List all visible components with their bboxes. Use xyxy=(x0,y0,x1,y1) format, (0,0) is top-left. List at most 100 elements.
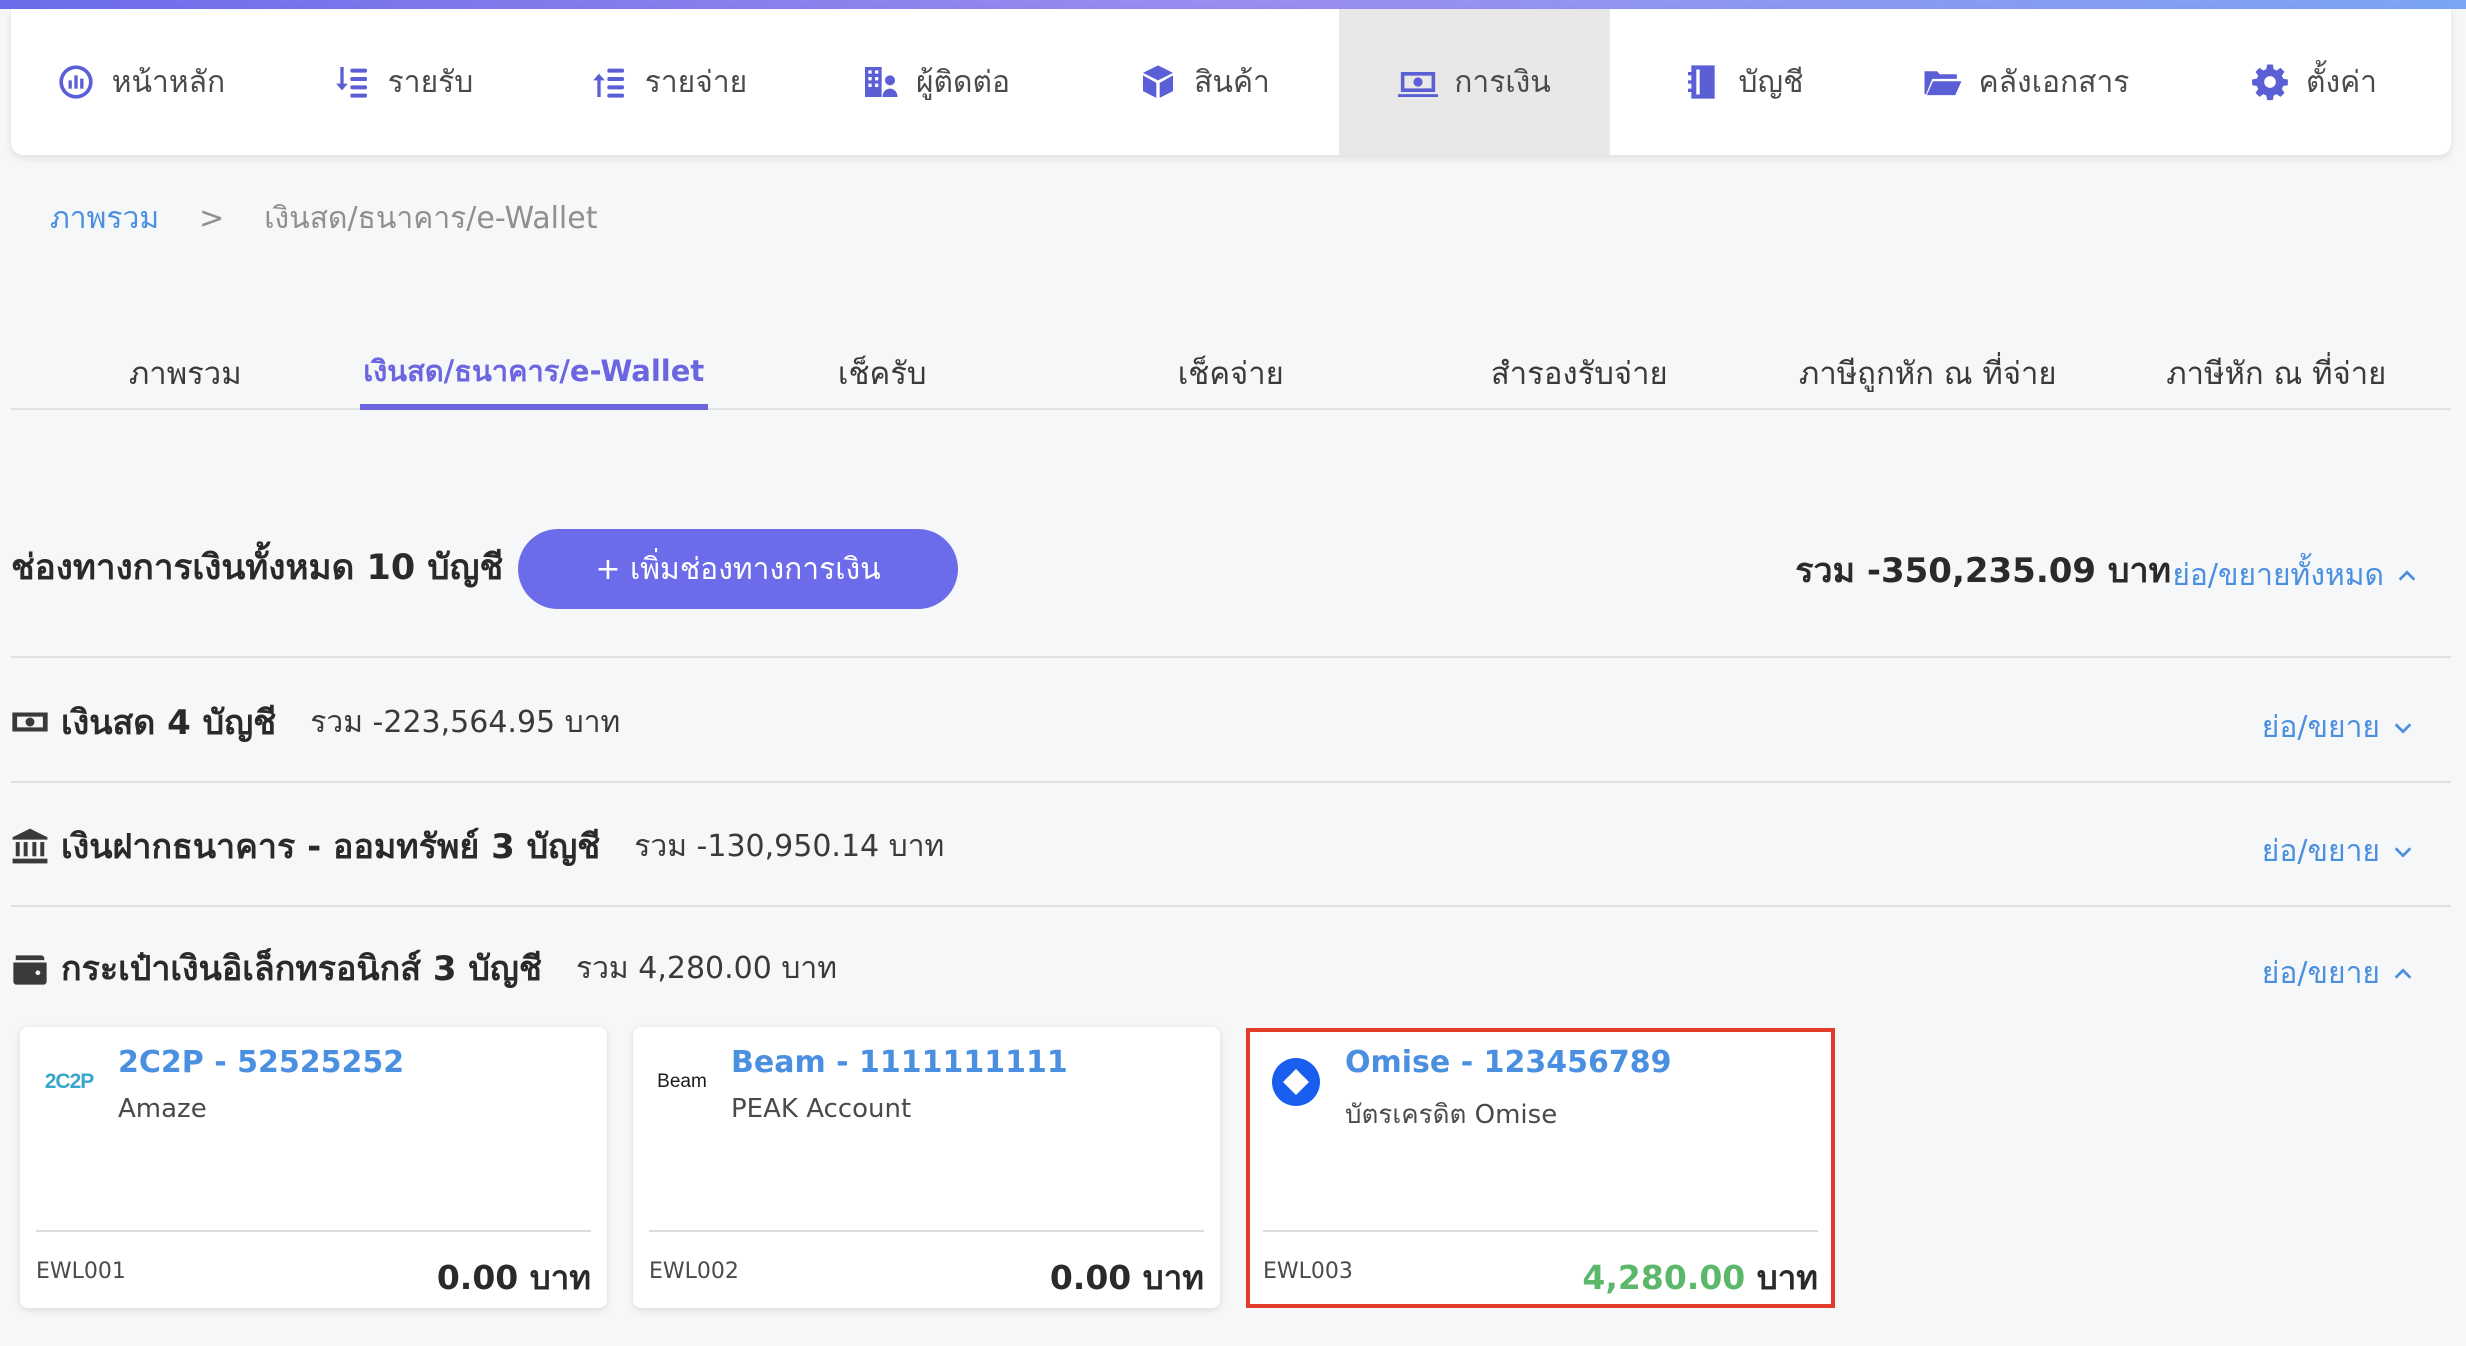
ewallet-card-omise[interactable]: Omise - 123456789 บัตรเครดิต Omise EWL00… xyxy=(1247,1027,1834,1308)
collapse-expand-all[interactable]: ย่อ/ขยายทั้งหมด xyxy=(2172,552,2418,599)
divider xyxy=(11,905,2451,907)
ewallet-card-beam[interactable]: Beam Beam - 1111111111 PEAK Account EWL0… xyxy=(633,1027,1220,1308)
money-icon xyxy=(1398,72,1439,97)
nav-label: บัญชี xyxy=(1738,64,1804,100)
nav-label: ผู้ติดต่อ xyxy=(915,64,1011,100)
grand-total: รวม -350,235.09 บาท xyxy=(1795,551,2171,591)
nav-label: สินค้า xyxy=(1194,64,1270,100)
ewallet-card-2c2p[interactable]: 2C2P 2C2P - 52525252 Amaze EWL001 0.00 บ… xyxy=(20,1027,607,1308)
add-payment-channel-button[interactable]: + เพิ่มช่องทางการเงิน xyxy=(518,529,958,609)
section-ewallet: กระเป๋าเงินอิเล็กทรอนิกส์ 3 บัญชี รวม 4,… xyxy=(11,938,2451,998)
folder-icon xyxy=(1924,71,1962,96)
card-subtitle: PEAK Account xyxy=(731,1094,912,1124)
card-amount: 4,280.00 บาท xyxy=(1582,1251,1818,1304)
section-ewallet-toggle[interactable]: ย่อ/ขยาย xyxy=(2262,950,2414,997)
toggle-label: ย่อ/ขยาย xyxy=(2261,710,2380,745)
section-title: กระเป๋าเงินอิเล็กทรอนิกส์ 3 บัญชี xyxy=(61,949,542,989)
tab-cash-bank-ewallet[interactable]: เงินสด/ธนาคาร/e-Wallet xyxy=(359,330,709,410)
card-divider xyxy=(36,1230,591,1232)
nav-label: รายรับ xyxy=(387,64,474,100)
breadcrumb-separator: > xyxy=(199,201,225,236)
nav-label: การเงิน xyxy=(1454,64,1551,100)
nav-item-income[interactable]: รายรับ xyxy=(270,9,535,155)
nav-label: หน้าหลัก xyxy=(111,64,226,100)
expense-icon xyxy=(592,68,624,98)
toggle-label: ย่อ/ขยาย xyxy=(2261,956,2380,991)
contacts-icon xyxy=(864,67,898,97)
section-total: รวม -223,564.95 บาท xyxy=(310,704,621,740)
card-name: Omise - 123456789 xyxy=(1345,1045,1672,1080)
section-total: รวม -130,950.14 บาท xyxy=(634,828,945,864)
2c2p-logo: 2C2P xyxy=(38,1057,100,1107)
gear-icon xyxy=(2252,64,2288,101)
dashboard-icon xyxy=(59,65,93,99)
card-code: EWL003 xyxy=(1263,1259,1353,1284)
logo-text: Beam xyxy=(657,1071,707,1092)
breadcrumb-overview-link[interactable]: ภาพรวม xyxy=(50,195,159,242)
nav-label: รายจ่าย xyxy=(644,64,748,100)
breadcrumb: ภาพรวม > เงินสด/ธนาคาร/e-Wallet xyxy=(50,195,597,242)
breadcrumb-current: เงินสด/ธนาคาร/e-Wallet xyxy=(264,201,598,236)
finance-subtabs: ภาพรวม เงินสด/ธนาคาร/e-Wallet เช็ครับ เช… xyxy=(11,330,2451,410)
chevron-up-icon xyxy=(2398,569,2416,581)
card-name: Beam - 1111111111 xyxy=(731,1045,1068,1080)
divider xyxy=(11,781,2451,783)
nav-label: คลังเอกสาร xyxy=(1978,64,2130,100)
card-divider xyxy=(1263,1230,1818,1232)
nav-item-accounting[interactable]: บัญชี xyxy=(1610,9,1876,155)
section-cash: เงินสด 4 บัญชี รวม -223,564.95 บาท ย่อ/ข… xyxy=(11,692,2451,752)
section-title: เงินสด 4 บัญชี xyxy=(61,703,277,743)
amount-value: 4,280.00 xyxy=(1582,1258,1746,1297)
amount-value: 0.00 xyxy=(1049,1258,1132,1297)
section-cash-toggle[interactable]: ย่อ/ขยาย xyxy=(2262,704,2414,751)
omise-logo xyxy=(1265,1057,1327,1107)
card-amount: 0.00 บาท xyxy=(437,1251,591,1304)
add-button-label: + เพิ่มช่องทางการเงิน xyxy=(595,551,881,587)
amount-unit: บาท xyxy=(529,1258,591,1297)
tab-withholding-tax-received[interactable]: ภาษีถูกหัก ณ ที่จ่าย xyxy=(1754,330,2103,408)
amount-unit: บาท xyxy=(1756,1258,1818,1297)
box-icon xyxy=(1143,65,1174,98)
nav-item-expense[interactable]: รายจ่าย xyxy=(535,9,801,155)
nav-item-settings[interactable]: ตั้งค่า xyxy=(2176,9,2451,155)
main-navigation: หน้าหลัก รายรับ รายจ่าย ผู้ติดต่อ สินค้า… xyxy=(11,9,2451,155)
amount-unit: บาท xyxy=(1142,1258,1204,1297)
tab-petty-cash[interactable]: สำรองรับจ่าย xyxy=(1405,330,1754,408)
tab-cheque-paid[interactable]: เช็คจ่าย xyxy=(1057,330,1406,408)
logo-text: 2C2P xyxy=(44,1070,95,1093)
cash-icon xyxy=(12,712,48,732)
section-bank-savings: เงินฝากธนาคาร - ออมทรัพย์ 3 บัญชี รวม -1… xyxy=(11,816,2451,876)
card-code: EWL001 xyxy=(36,1259,126,1284)
amount-value: 0.00 xyxy=(436,1258,519,1297)
toggle-all-label: ย่อ/ขยายทั้งหมด xyxy=(2172,558,2384,593)
nav-item-finance[interactable]: การเงิน xyxy=(1339,9,1610,155)
tab-overview[interactable]: ภาพรวม xyxy=(11,330,360,408)
nav-item-documents[interactable]: คลังเอกสาร xyxy=(1876,9,2176,155)
wallet-icon xyxy=(13,955,47,985)
omise-logo-icon xyxy=(1272,1058,1320,1106)
section-title: เงินฝากธนาคาร - ออมทรัพย์ 3 บัญชี xyxy=(61,827,601,867)
nav-item-contacts[interactable]: ผู้ติดต่อ xyxy=(801,9,1069,155)
divider xyxy=(11,656,2451,658)
top-accent-strip xyxy=(0,0,2466,9)
tab-cheque-received[interactable]: เช็ครับ xyxy=(708,330,1057,408)
nav-item-products[interactable]: สินค้า xyxy=(1069,9,1339,155)
card-code: EWL002 xyxy=(649,1259,739,1284)
bank-icon xyxy=(12,828,48,864)
section-total: รวม 4,280.00 บาท xyxy=(575,950,838,986)
card-divider xyxy=(649,1230,1204,1232)
nav-item-home[interactable]: หน้าหลัก xyxy=(11,9,270,155)
income-icon xyxy=(335,67,367,98)
toggle-label: ย่อ/ขยาย xyxy=(2261,834,2380,869)
card-amount: 0.00 บาท xyxy=(1050,1251,1204,1304)
card-subtitle: Amaze xyxy=(118,1094,207,1124)
section-bank-toggle[interactable]: ย่อ/ขยาย xyxy=(2262,828,2414,875)
chevron-down-icon xyxy=(2394,722,2412,734)
channels-total-title: ช่องทางการเงินทั้งหมด 10 บัญชี xyxy=(11,548,504,588)
chevron-up-icon xyxy=(2394,967,2412,979)
chevron-down-icon xyxy=(2394,846,2412,858)
ledger-icon xyxy=(1687,65,1715,99)
card-subtitle: บัตรเครดิต Omise xyxy=(1345,1100,1558,1130)
tab-withholding-tax-paid[interactable]: ภาษีหัก ณ ที่จ่าย xyxy=(2102,330,2451,408)
beam-logo: Beam xyxy=(651,1057,713,1107)
